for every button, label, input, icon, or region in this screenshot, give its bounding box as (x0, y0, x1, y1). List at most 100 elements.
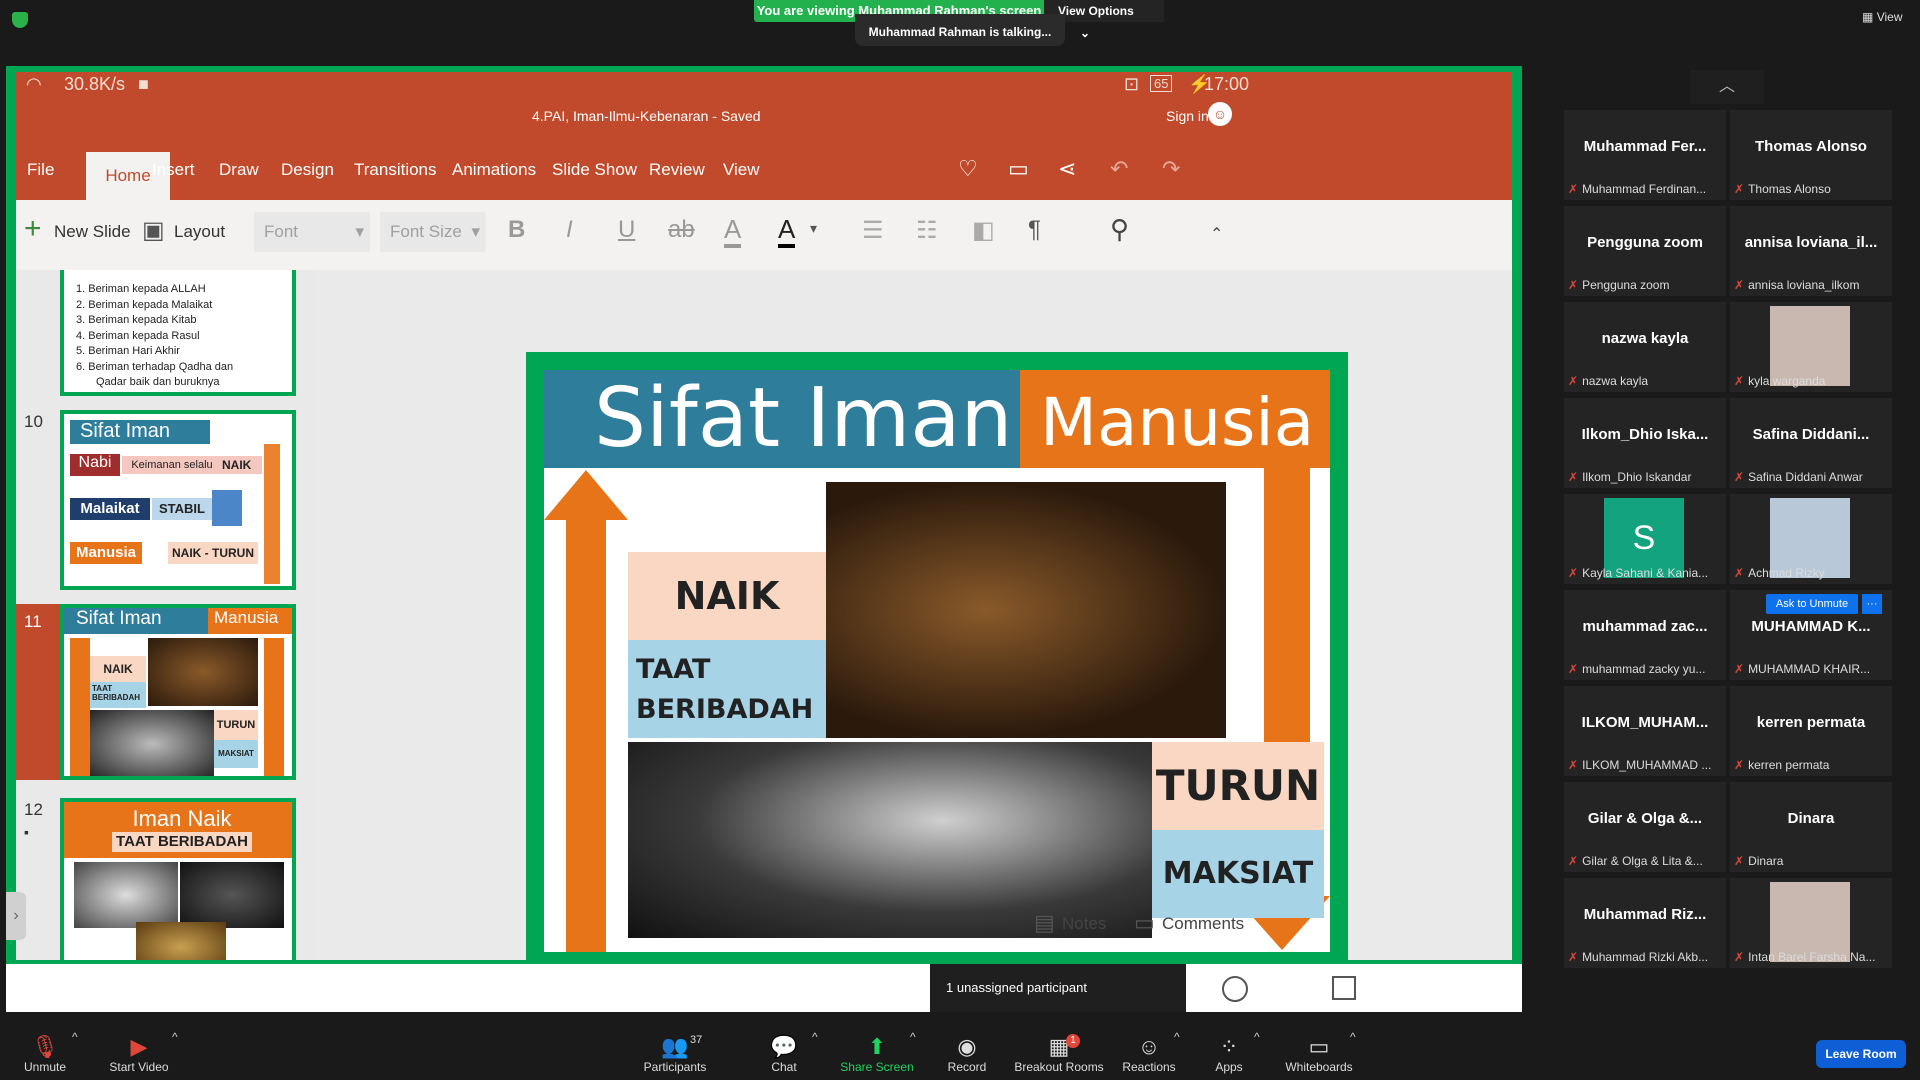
leave-room-button[interactable]: Leave Room (1816, 1040, 1906, 1068)
start-video-button[interactable]: ▶ Start Video (94, 1034, 184, 1074)
participant-tile[interactable]: Thomas Alonso ✗ Thomas Alonso (1730, 110, 1892, 200)
chevron-up-icon[interactable]: ^ (910, 1030, 916, 1044)
tab-transitions[interactable]: Transitions (354, 160, 437, 180)
font-color-icon[interactable]: A (778, 214, 796, 248)
mic-muted-icon: ✗ (1734, 662, 1745, 676)
participant-tile[interactable]: Ilkom_Dhio Iska... ✗ Ilkom_Dhio Iskandar (1564, 398, 1726, 488)
notes-icon[interactable]: ▤ (1034, 910, 1055, 936)
home-circle-icon[interactable] (1222, 976, 1248, 1002)
tab-draw[interactable]: Draw (219, 160, 259, 180)
record-button[interactable]: ◉ Record (922, 1034, 1012, 1074)
participant-tile[interactable]: ILKOM_MUHAM... ✗ ILKOM_MUHAMMAD ... (1564, 686, 1726, 776)
slide-number: 12 (24, 800, 43, 819)
chevron-up-icon[interactable]: ^ (1174, 1030, 1180, 1044)
tab-view[interactable]: View (723, 160, 760, 180)
slide-thumbnail-pane[interactable]: 1. Beriman kepada ALLAH 2. Beriman kepad… (16, 270, 316, 960)
participant-tile[interactable]: Gilar & Olga &... ✗ Gilar & Olga & Lita &.… (1564, 782, 1726, 872)
current-slide[interactable]: Sifat Iman Manusia NAIK TAAT BERIBADAH TU… (526, 352, 1348, 970)
new-slide-button[interactable]: New Slide (54, 222, 131, 242)
encryption-shield-icon[interactable] (12, 12, 28, 28)
participant-tile[interactable]: ✗ kyla warganda (1730, 302, 1892, 392)
thumb-photo (90, 710, 214, 776)
tab-design[interactable]: Design (281, 160, 334, 180)
turun-label: TURUN (1152, 742, 1324, 830)
slide-thumbnail-9[interactable]: 1. Beriman kepada ALLAH 2. Beriman kepad… (60, 270, 296, 396)
chevron-down-icon[interactable]: ▾ (810, 220, 817, 237)
undo-icon[interactable]: ↶ (1110, 156, 1128, 182)
participant-tile[interactable]: annisa loviana_il... ✗ annisa loviana_ilko… (1730, 206, 1892, 296)
participant-tile[interactable]: S ✗ Kayla Sahani & Kania... (1564, 494, 1726, 584)
paragraph-icon[interactable]: ¶ (1028, 216, 1041, 244)
participant-tile[interactable]: kerren permata ✗ kerren permata (1730, 686, 1892, 776)
font-size-select[interactable]: Font Size ▾ (380, 212, 486, 252)
list-item: 4. Beriman kepada Rasul (76, 329, 200, 342)
sign-in-link[interactable]: Sign in (1166, 108, 1209, 124)
collapse-gallery-button[interactable]: ︿ (1690, 70, 1764, 104)
participant-tile[interactable]: Safina Diddani... ✗ Safina Diddani Anwar (1730, 398, 1892, 488)
participant-tile[interactable]: Muhammad Fer... ✗ Muhammad Ferdinan... (1564, 110, 1726, 200)
chevron-up-icon[interactable]: ^ (812, 1030, 818, 1044)
redo-icon[interactable]: ↷ (1162, 156, 1180, 182)
taat-text: TAAT (636, 654, 711, 685)
collapse-ribbon-icon[interactable]: ⌃ (1210, 224, 1223, 244)
numbering-icon[interactable]: ☷ (916, 216, 938, 245)
comments-icon[interactable]: ▭ (1134, 910, 1155, 936)
bullets-icon[interactable]: ☰ (862, 216, 884, 245)
tab-slide-show[interactable]: Slide Show (552, 160, 637, 180)
underline-icon[interactable]: U (618, 216, 635, 244)
highlight-icon[interactable]: A (724, 214, 742, 248)
chevron-up-icon[interactable]: ^ (1350, 1030, 1356, 1044)
chevron-up-icon[interactable]: ^ (1254, 1030, 1260, 1044)
participant-name: ILKOM_MUHAM... (1581, 714, 1709, 731)
shared-screen-content[interactable]: ◠ 30.8K/s ■ ⊡ 65 ⚡ 17:00 4.PAI, Iman-Ilm… (6, 72, 1512, 970)
strikethrough-icon[interactable]: ab (668, 216, 695, 244)
user-avatar-icon[interactable]: ☺ (1208, 102, 1232, 126)
layout-icon[interactable]: ▣ (142, 216, 165, 245)
italic-icon[interactable]: I (566, 216, 573, 244)
slide-thumbnail-12[interactable]: Iman Naik TAAT BERIBADAH (60, 798, 296, 960)
participant-full-name: Pengguna zoom (1582, 278, 1670, 292)
search-icon[interactable]: ⚲ (1110, 214, 1129, 245)
recents-square-icon[interactable] (1332, 976, 1356, 1000)
shapes-icon[interactable]: ◧ (972, 216, 995, 245)
slide-thumbnail-11[interactable]: Sifat Iman Manusia NAIK TAAT BERIBADAH TU… (60, 604, 296, 780)
bold-icon[interactable]: B (508, 216, 525, 244)
participant-tile[interactable]: ✗ Intan Barel Farsha Na... (1730, 878, 1892, 968)
more-options-icon[interactable]: ··· (1862, 594, 1882, 614)
reactions-button[interactable]: ☺ Reactions (1104, 1034, 1194, 1074)
tab-file[interactable]: File (27, 160, 54, 180)
chevron-up-icon[interactable]: ^ (172, 1030, 178, 1044)
view-options-label: View Options (1058, 4, 1134, 18)
participant-tile[interactable]: ✗ Achmad Rizky Ask to Unmute ··· (1730, 494, 1892, 614)
participants-button[interactable]: 👥 Participants (630, 1034, 720, 1074)
participant-tile[interactable]: muhammad zac... ✗ muhammad zacky yu... (1564, 590, 1726, 680)
notes-button[interactable]: Notes (1062, 914, 1106, 934)
ribbon-tabs: File Home Insert Draw Design Transitions… (16, 138, 1512, 200)
layout-button[interactable]: Layout (174, 222, 225, 242)
share-screen-button[interactable]: ⬆ Share Screen (832, 1034, 922, 1074)
share-icon[interactable]: ⋖ (1058, 156, 1076, 182)
font-select[interactable]: Font ▾ (254, 212, 370, 252)
slide-canvas[interactable]: Sifat Iman Manusia NAIK TAAT BERIBADAH TU… (316, 270, 1512, 970)
new-slide-plus-icon[interactable]: + (24, 214, 42, 244)
chevron-up-icon[interactable]: ^ (72, 1030, 78, 1044)
participant-tile[interactable]: Muhammad Riz... ✗ Muhammad Rizki Akb... (1564, 878, 1726, 968)
ask-to-unmute-button[interactable]: Ask to Unmute (1766, 594, 1858, 614)
tab-animations[interactable]: Animations (452, 160, 536, 180)
view-button[interactable]: ▦ View (1862, 10, 1902, 24)
expand-panel-handle[interactable]: › (6, 892, 26, 940)
tab-insert[interactable]: Insert (152, 160, 195, 180)
participant-label: ✗ ILKOM_MUHAMMAD ... (1568, 758, 1722, 772)
tab-review[interactable]: Review (649, 160, 705, 180)
apps-button[interactable]: ⁘ Apps (1184, 1034, 1274, 1074)
comments-button[interactable]: Comments (1162, 914, 1244, 934)
participant-tile[interactable]: Dinara ✗ Dinara (1730, 782, 1892, 872)
thumb-label: NAIK (222, 456, 262, 474)
participant-tile[interactable]: nazwa kayla ✗ nazwa kayla (1564, 302, 1726, 392)
reactions-label: Reactions (1122, 1060, 1176, 1074)
slide-thumbnail-10[interactable]: Sifat Iman Nabi Keimanan selalu NAIK Mal… (60, 410, 296, 590)
breakout-rooms-button[interactable]: ▦ Breakout Rooms (1014, 1034, 1104, 1074)
participant-tile[interactable]: Pengguna zoom ✗ Pengguna zoom (1564, 206, 1726, 296)
lightbulb-icon[interactable]: ♡ (958, 156, 978, 182)
present-icon[interactable]: ▭ (1008, 156, 1029, 182)
